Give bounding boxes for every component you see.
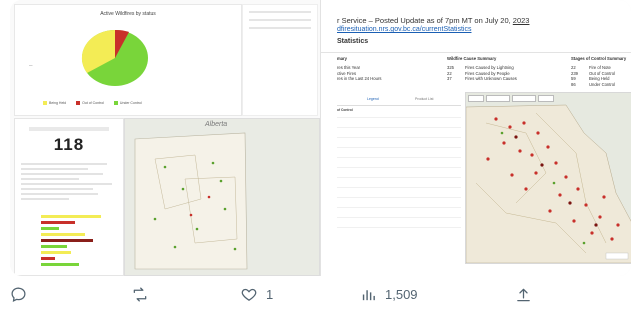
pie-legend: Being Held Out of Control Under Control bbox=[43, 101, 142, 106]
stats-mini-list bbox=[21, 163, 117, 203]
tweet-media-card[interactable]: Active Wildfires by status — Being Held … bbox=[10, 0, 631, 276]
share-upload-icon bbox=[517, 288, 530, 302]
tab-product-list[interactable]: Product List bbox=[415, 97, 433, 101]
map-bc-left[interactable]: Alberta bbox=[124, 118, 320, 276]
heart-icon bbox=[241, 288, 257, 301]
repost-button[interactable] bbox=[130, 286, 158, 303]
cause-summary-table: Wildfire Cause Summary 325 Fires Caused b… bbox=[447, 56, 517, 81]
media-image-dashboard-right[interactable]: r Service – Posted Update as of 7pm MT o… bbox=[321, 0, 631, 276]
analytics-bar-icon bbox=[362, 290, 375, 301]
map-label-alberta: Alberta bbox=[205, 121, 228, 128]
legend-under-control: Under Control bbox=[113, 101, 142, 106]
views-button[interactable]: 1,509 bbox=[360, 286, 418, 303]
legend-list: of Control bbox=[337, 108, 461, 228]
statistics-link[interactable]: dfiresituation.nrs.gov.bc.ca/currentStat… bbox=[337, 26, 471, 33]
share-button[interactable] bbox=[515, 286, 532, 304]
legend-being-held: Being Held bbox=[43, 101, 66, 106]
summary-table: mary res this Year ctive Fires res in th… bbox=[337, 56, 382, 81]
map-toolbar[interactable] bbox=[468, 95, 554, 102]
reply-button[interactable] bbox=[10, 286, 35, 303]
tab-legend[interactable]: Legend bbox=[367, 97, 379, 101]
stats-panel: 118 bbox=[14, 118, 124, 276]
legend-tabs: Legend Product List bbox=[337, 95, 461, 106]
views-count: 1,509 bbox=[385, 287, 418, 302]
side-panel-blank bbox=[242, 4, 318, 116]
active-fires-count: 118 bbox=[53, 135, 85, 154]
repost-icon bbox=[133, 287, 147, 302]
legend-out-of-control: Out of Control bbox=[76, 101, 104, 106]
like-count: 1 bbox=[266, 287, 274, 302]
bulletin-title: r Service – Posted Update as of 7pm MT o… bbox=[337, 16, 530, 25]
pie-chart-title: Active Wildfires by status bbox=[100, 11, 156, 17]
map-bc-right[interactable] bbox=[465, 92, 631, 264]
media-image-dashboard-left[interactable]: Active Wildfires by status — Being Held … bbox=[10, 0, 321, 276]
stages-of-control-table: Stages of Control Summary 22 Fire of Note… bbox=[571, 56, 627, 87]
status-pie-chart bbox=[81, 29, 148, 86]
reply-icon bbox=[11, 287, 26, 302]
like-button[interactable]: 1 bbox=[240, 286, 273, 303]
stats-bar-chart bbox=[41, 215, 101, 266]
statistics-heading: Statistics bbox=[337, 38, 369, 45]
tweet-action-bar: 1 1,509 bbox=[0, 282, 641, 310]
pie-chart-panel: Active Wildfires by status — Being Held … bbox=[14, 4, 242, 116]
